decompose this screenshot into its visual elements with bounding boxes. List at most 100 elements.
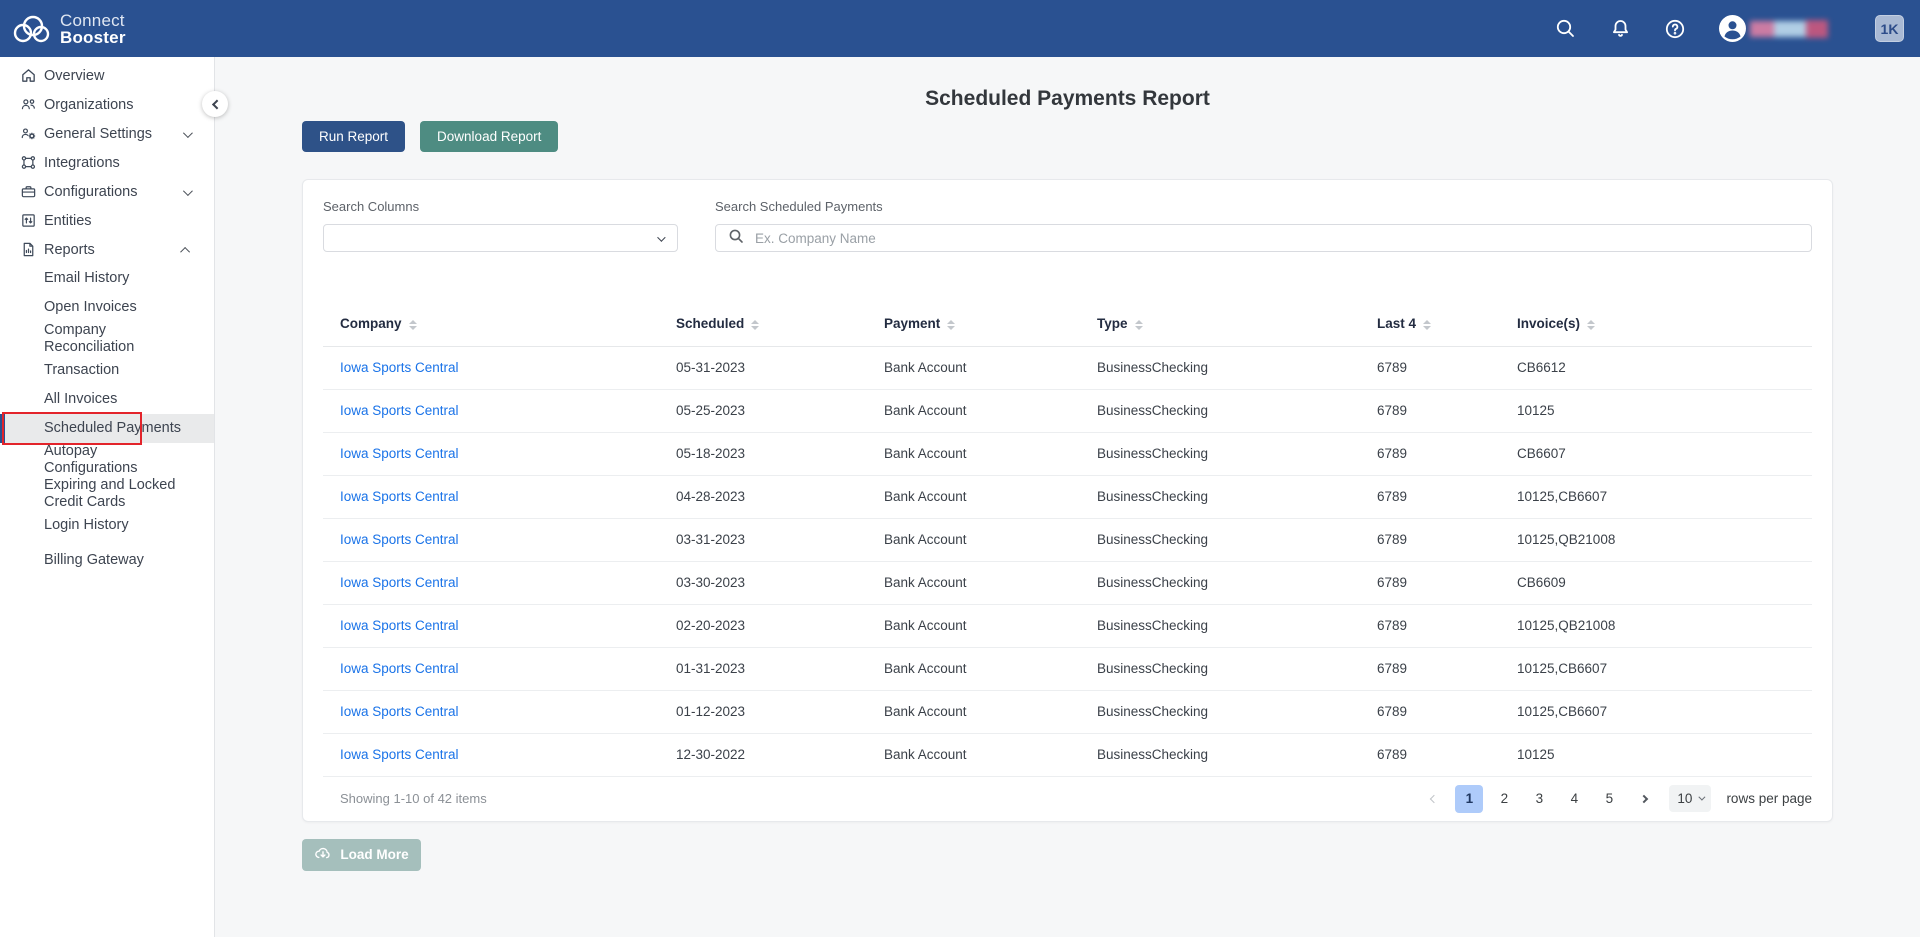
help-icon[interactable] bbox=[1664, 18, 1686, 40]
company-link[interactable]: Iowa Sports Central bbox=[340, 575, 459, 590]
scheduled-cell: 05-18-2023 bbox=[676, 432, 884, 476]
sidebar-item-transaction[interactable]: Transaction bbox=[0, 356, 214, 385]
company-link[interactable]: Iowa Sports Central bbox=[340, 618, 459, 633]
sidebar-item-autopay-configurations[interactable]: Autopay Configurations bbox=[0, 443, 214, 477]
company-link[interactable]: Iowa Sports Central bbox=[340, 489, 459, 504]
last4-cell: 6789 bbox=[1377, 647, 1517, 691]
sidebar-item-reports[interactable]: Reports bbox=[0, 235, 214, 264]
company-link[interactable]: Iowa Sports Central bbox=[340, 747, 459, 762]
brand-name: Connect Booster bbox=[60, 12, 126, 46]
company-cell: Iowa Sports Central bbox=[323, 647, 676, 691]
page-button-3[interactable]: 3 bbox=[1525, 785, 1553, 813]
brand-logo[interactable]: Connect Booster bbox=[10, 12, 126, 46]
company-cell: Iowa Sports Central bbox=[323, 346, 676, 390]
run-report-button[interactable]: Run Report bbox=[302, 121, 406, 152]
search-icon[interactable] bbox=[1554, 18, 1576, 40]
rows-per-page-select[interactable]: 10 bbox=[1669, 785, 1712, 812]
items-summary: Showing 1-10 of 42 items bbox=[340, 791, 487, 806]
scheduled-payments-table: Company Scheduled Payment Type Last 4 In… bbox=[323, 302, 1812, 777]
search-payments-group: Search Scheduled Payments bbox=[715, 199, 1812, 252]
sidebar-item-company-reconciliation[interactable]: Company Reconciliation bbox=[0, 322, 214, 356]
last4-cell: 6789 bbox=[1377, 733, 1517, 777]
sidebar-item-login-history[interactable]: Login History bbox=[0, 511, 214, 540]
table-row: Iowa Sports Central 02-20-2023 Bank Acco… bbox=[323, 604, 1812, 648]
sidebar-collapse-button[interactable] bbox=[202, 91, 228, 117]
column-header-payment[interactable]: Payment bbox=[884, 302, 1097, 347]
chevron-down-icon bbox=[182, 184, 193, 200]
company-cell: Iowa Sports Central bbox=[323, 690, 676, 734]
company-link[interactable]: Iowa Sports Central bbox=[340, 704, 459, 719]
load-more-label: Load More bbox=[340, 847, 409, 862]
chevron-down-icon bbox=[1698, 793, 1706, 801]
sidebar-item-entities[interactable]: Entities bbox=[0, 206, 214, 235]
previous-page-button[interactable] bbox=[1420, 785, 1448, 813]
report-card: Search Columns Search Scheduled Payments bbox=[302, 179, 1833, 822]
type-cell: BusinessChecking bbox=[1097, 733, 1377, 777]
sidebar-item-all-invoices[interactable]: All Invoices bbox=[0, 385, 214, 414]
rows-per-page-label: rows per page bbox=[1726, 791, 1812, 806]
column-header-invoices[interactable]: Invoice(s) bbox=[1517, 302, 1812, 347]
invoices-cell: CB6612 bbox=[1517, 346, 1812, 390]
last4-cell: 6789 bbox=[1377, 346, 1517, 390]
column-label: Company bbox=[340, 316, 402, 332]
column-header-last4[interactable]: Last 4 bbox=[1377, 302, 1517, 347]
sidebar-item-overview[interactable]: Overview bbox=[0, 61, 214, 90]
avatar-icon[interactable] bbox=[1719, 15, 1746, 42]
sidebar-item-label: Integrations bbox=[44, 154, 120, 171]
sidebar-item-open-invoices[interactable]: Open Invoices bbox=[0, 293, 214, 322]
column-header-scheduled[interactable]: Scheduled bbox=[676, 302, 884, 347]
cloud-download-icon bbox=[314, 845, 332, 864]
sidebar-item-general-settings[interactable]: General Settings bbox=[0, 119, 214, 148]
company-link[interactable]: Iowa Sports Central bbox=[340, 532, 459, 547]
redacted-username bbox=[1750, 19, 1828, 39]
bell-icon[interactable] bbox=[1609, 18, 1631, 40]
sidebar-item-label: Organizations bbox=[44, 96, 134, 113]
filters-row: Search Columns Search Scheduled Payments bbox=[323, 199, 1812, 252]
sidebar-item-label: Entities bbox=[44, 212, 92, 229]
column-header-company[interactable]: Company bbox=[323, 302, 676, 347]
scheduled-cell: 03-31-2023 bbox=[676, 518, 884, 562]
search-input[interactable] bbox=[744, 225, 1811, 251]
search-columns-label: Search Columns bbox=[323, 199, 420, 214]
column-header-type[interactable]: Type bbox=[1097, 302, 1377, 347]
company-link[interactable]: Iowa Sports Central bbox=[340, 446, 459, 461]
settings-icon bbox=[20, 125, 37, 142]
sidebar-item-email-history[interactable]: Email History bbox=[0, 264, 214, 293]
sidebar-item-label: Open Invoices bbox=[44, 299, 137, 315]
sidebar-item-label: Email History bbox=[44, 270, 130, 286]
download-report-button[interactable]: Download Report bbox=[420, 121, 559, 152]
scheduled-cell: 03-30-2023 bbox=[676, 561, 884, 605]
next-page-button[interactable] bbox=[1630, 785, 1658, 813]
sidebar-item-billing-gateway[interactable]: Billing Gateway bbox=[0, 546, 214, 575]
payment-cell: Bank Account bbox=[884, 604, 1097, 648]
chevron-left-icon bbox=[211, 99, 222, 109]
search-columns-select[interactable] bbox=[323, 224, 678, 252]
sidebar-item-organizations[interactable]: Organizations bbox=[0, 90, 214, 119]
page-button-2[interactable]: 2 bbox=[1490, 785, 1518, 813]
company-cell: Iowa Sports Central bbox=[323, 432, 676, 476]
type-cell: BusinessChecking bbox=[1097, 604, 1377, 648]
company-link[interactable]: Iowa Sports Central bbox=[340, 403, 459, 418]
organizations-icon bbox=[20, 96, 37, 113]
last4-cell: 6789 bbox=[1377, 389, 1517, 433]
invoices-cell: 10125 bbox=[1517, 733, 1812, 777]
company-link[interactable]: Iowa Sports Central bbox=[340, 661, 459, 676]
column-label: Type bbox=[1097, 316, 1128, 332]
sidebar-item-expiring-locked-credit-cards[interactable]: Expiring and Locked Credit Cards bbox=[0, 477, 214, 511]
company-link[interactable]: Iowa Sports Central bbox=[340, 360, 459, 375]
page-button-4[interactable]: 4 bbox=[1560, 785, 1588, 813]
user-badge[interactable]: 1K bbox=[1875, 15, 1904, 42]
page-button-5[interactable]: 5 bbox=[1595, 785, 1623, 813]
company-cell: Iowa Sports Central bbox=[323, 561, 676, 605]
company-cell: Iowa Sports Central bbox=[323, 604, 676, 648]
sidebar-item-configurations[interactable]: Configurations bbox=[0, 177, 214, 206]
integrations-icon bbox=[20, 154, 37, 171]
type-cell: BusinessChecking bbox=[1097, 389, 1377, 433]
table-row: Iowa Sports Central 05-31-2023 Bank Acco… bbox=[323, 346, 1812, 390]
sidebar-item-integrations[interactable]: Integrations bbox=[0, 148, 214, 177]
chevron-up-icon bbox=[180, 242, 191, 258]
scheduled-cell: 04-28-2023 bbox=[676, 475, 884, 519]
load-more-button[interactable]: Load More bbox=[302, 838, 421, 871]
sidebar-item-scheduled-payments[interactable]: Scheduled Payments bbox=[0, 412, 214, 445]
page-button-1[interactable]: 1 bbox=[1455, 784, 1484, 813]
